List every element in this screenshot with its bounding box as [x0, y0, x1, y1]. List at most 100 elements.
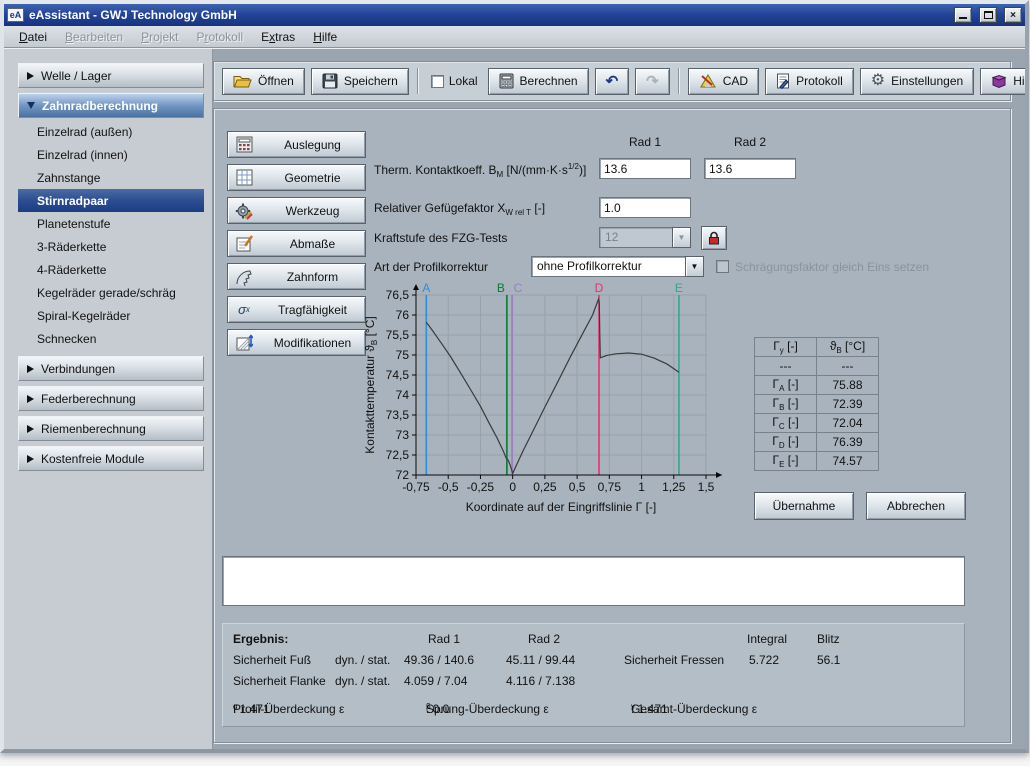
window-title: eAssistant - GWJ Technology GmbH — [29, 8, 237, 22]
sidebar-group-federberechnung[interactable]: Federberechnung — [18, 386, 204, 411]
zahnform-button[interactable]: Zahnform — [227, 263, 366, 290]
profilkorrektur-label: Art der Profilkorrektur — [374, 260, 489, 274]
svg-text:-0,75: -0,75 — [402, 480, 430, 494]
cad-button[interactable]: CAD — [687, 67, 760, 95]
message-output-box — [222, 556, 965, 606]
schraegungsfaktor-checkbox — [716, 260, 729, 273]
collapsed-arrow-icon — [27, 394, 34, 403]
lock-icon — [709, 231, 719, 245]
svg-text:72: 72 — [396, 468, 410, 482]
sidebar-item-schnecken[interactable]: Schnecken — [18, 327, 204, 350]
flanke-rad1-value: 4.059 / 7.04 — [404, 674, 468, 688]
rad2-column-header: Rad 2 — [733, 135, 767, 149]
fuss-dyn-stat: dyn. / stat. — [335, 653, 391, 667]
table-row: ΓC [-] 72.04 — [754, 413, 879, 433]
sidebar-item-planetenstufe[interactable]: Planetenstufe — [18, 212, 204, 235]
minimize-icon — [959, 12, 967, 19]
flanke-dyn-stat: dyn. / stat. — [335, 674, 391, 688]
app-window: eA eAssistant - GWJ Technology GmbH × Da… — [0, 0, 1029, 753]
sidebar-item-einzelrad-aussen[interactable]: Einzelrad (außen) — [18, 120, 204, 143]
minimize-button[interactable] — [954, 7, 972, 23]
protocol-button[interactable]: Protokoll — [765, 67, 854, 95]
rad1-column-header: Rad 1 — [628, 135, 662, 149]
results-col-rad2: Rad 2 — [528, 632, 561, 646]
sidebar-group-welle-lager[interactable]: Welle / Lager — [18, 63, 204, 88]
design-calculator-icon — [234, 135, 254, 155]
svg-text:73,5: 73,5 — [386, 408, 410, 422]
uebernahme-button[interactable]: Übernahme — [754, 492, 854, 520]
undo-icon: ↶ — [605, 72, 619, 90]
help-book-icon — [991, 74, 1007, 88]
schraegungsfaktor-label: Schrägungsfaktor gleich Eins setzen — [735, 260, 930, 274]
sidebar-nav: Welle / Lager Zahnradberechnung Einzelra… — [18, 63, 204, 476]
menu-bearbeiten: Bearbeiten — [65, 29, 124, 44]
sidebar-group-riemenberechnung[interactable]: Riemenberechnung — [18, 416, 204, 441]
sigma-x-icon: σx — [238, 302, 250, 317]
sidebar-group-zahnradberechnung[interactable]: Zahnradberechnung — [18, 93, 204, 118]
maximize-icon — [983, 11, 993, 19]
svg-text:1,5: 1,5 — [698, 480, 715, 494]
auslegung-button[interactable]: Auslegung — [227, 131, 366, 158]
therm-rad1-input[interactable] — [599, 158, 691, 179]
sidebar-item-4-raederkette[interactable]: 4-Räderkette — [18, 258, 204, 281]
svg-text:C: C — [514, 281, 523, 295]
toolbar: Öffnen Speichern Lokal Berechnen ↶ ↷ CAD… — [213, 61, 1025, 101]
sidebar-item-3-raederkette[interactable]: 3-Räderkette — [18, 235, 204, 258]
menu-hilfe[interactable]: Hilfe — [304, 28, 346, 46]
therm-rad2-input[interactable] — [704, 158, 796, 179]
geometry-grid-icon — [234, 168, 254, 188]
fzg-lock-button[interactable] — [701, 226, 727, 250]
save-button[interactable]: Speichern — [310, 67, 409, 95]
local-checkbox[interactable] — [430, 74, 444, 88]
dropdown-arrow-icon[interactable]: ▼ — [685, 256, 704, 277]
open-button[interactable]: Öffnen — [222, 67, 305, 95]
profilkorrektur-select[interactable]: ohne Profilkorrektur ▼ — [531, 256, 704, 277]
close-icon: × — [1010, 9, 1016, 21]
modifikationen-button[interactable]: Modifikationen — [227, 329, 366, 356]
sidebar-item-kegelraeder[interactable]: Kegelräder gerade/schräg — [18, 281, 204, 304]
cad-icon — [699, 74, 716, 88]
calculate-button[interactable]: Berechnen — [487, 67, 589, 95]
fressen-blitz-value: 56.1 — [817, 653, 841, 667]
title-bar[interactable]: eA eAssistant - GWJ Technology GmbH × — [4, 4, 1025, 26]
menu-datei[interactable]: Datei — [10, 28, 56, 46]
theta-col-header: ϑB [°C] — [816, 337, 879, 357]
menu-protokoll: Protokoll — [196, 29, 244, 44]
tragfaehigkeit-button[interactable]: σx Tragfähigkeit — [227, 296, 366, 323]
table-row: ΓD [-] 76.39 — [754, 432, 879, 452]
gefuegefaktor-input[interactable] — [599, 197, 691, 218]
fuss-label: Sicherheit Fuß — [233, 653, 312, 667]
flanke-rad2-value: 4.116 / 7.138 — [506, 674, 576, 688]
dropdown-arrow-icon: ▼ — [672, 227, 691, 248]
settings-button[interactable]: ⚙ Einstellungen — [859, 67, 975, 95]
table-header-row: Γy [-] ϑB [°C] — [754, 337, 879, 357]
sidebar-item-spiral-kegelraeder[interactable]: Spiral-Kegelräder — [18, 304, 204, 327]
svg-text:72,5: 72,5 — [386, 448, 410, 462]
svg-text:Koordinate auf der Eingriffsli: Koordinate auf der Eingriffslinie Γ [-] — [466, 500, 657, 514]
geometrie-button[interactable]: Geometrie — [227, 164, 366, 191]
sidebar-group-verbindungen[interactable]: Verbindungen — [18, 356, 204, 381]
results-col-integral: Integral — [747, 632, 788, 646]
sidebar-group-kostenfreie-module[interactable]: Kostenfreie Module — [18, 446, 204, 471]
undo-button[interactable]: ↶ — [594, 67, 630, 95]
table-row: --- --- — [754, 356, 879, 376]
svg-text:A: A — [422, 281, 430, 295]
werkzeug-button[interactable]: Werkzeug — [227, 197, 366, 224]
sidebar-item-zahnstange[interactable]: Zahnstange — [18, 166, 204, 189]
sidebar-item-einzelrad-innen[interactable]: Einzelrad (innen) — [18, 143, 204, 166]
abbrechen-button[interactable]: Abbrechen — [866, 492, 966, 520]
sidebar-item-stirnradpaar[interactable]: Stirnradpaar — [18, 189, 204, 212]
table-row: ΓA [-] 75.88 — [754, 375, 879, 395]
help-button[interactable]: Hilfe — [980, 67, 1025, 95]
menu-bar: Datei Bearbeiten Projekt Protokoll Extra… — [4, 26, 1025, 48]
svg-text:0,75: 0,75 — [598, 480, 622, 494]
gamma-col-header: Γy [-] — [754, 337, 817, 357]
abmasse-button[interactable]: Abmaße — [227, 230, 366, 257]
gefuegefaktor-label: Relativer Gefügefaktor XW rel T [-] — [374, 201, 546, 217]
close-button[interactable]: × — [1004, 7, 1022, 23]
menu-extras[interactable]: Extras — [252, 28, 304, 46]
svg-text:-0,5: -0,5 — [438, 480, 459, 494]
client-area: Welle / Lager Zahnradberechnung Einzelra… — [4, 49, 1025, 749]
maximize-button[interactable] — [979, 7, 997, 23]
table-row: ΓB [-] 72.39 — [754, 394, 879, 414]
